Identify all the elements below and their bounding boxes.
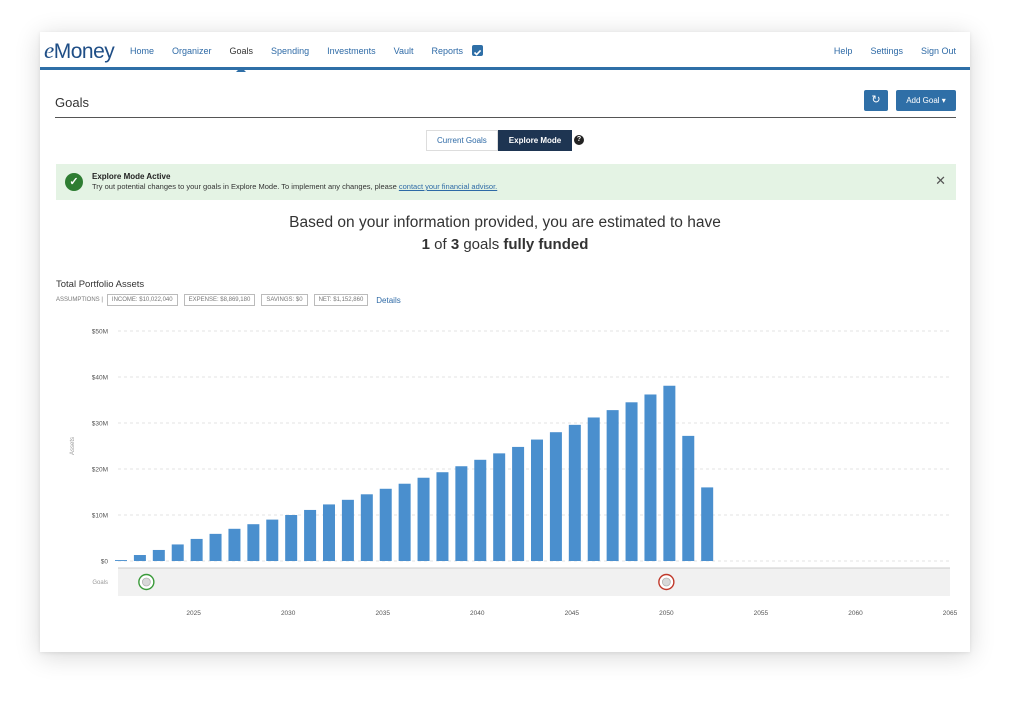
bar <box>228 528 241 561</box>
x-tick-label: 2030 <box>281 610 296 617</box>
bar <box>455 466 468 561</box>
y-tick-label: $20M <box>92 467 108 474</box>
bar <box>266 519 279 561</box>
bar <box>587 417 600 561</box>
assumptions-label: ASSUMPTIONS | <box>56 297 103 303</box>
y-tick-label: $0 <box>101 559 109 566</box>
funded-summary: 1 of 3 goals fully funded <box>421 236 589 253</box>
goal-marker-inner <box>141 577 151 587</box>
x-tick-label: 2045 <box>565 610 580 617</box>
nav-spending[interactable]: Spending <box>271 46 309 56</box>
top-nav: eMoney Home Organizer Goals Spending Inv… <box>40 32 970 72</box>
savings-badge: SAVINGS: $0 <box>261 294 308 306</box>
goal-marker-inner <box>661 577 671 587</box>
x-tick-label: 2055 <box>754 610 769 617</box>
portfolio-chart: $0 $10M $20M $30M $40M $50M Assets Goals 2025 203… <box>70 329 958 618</box>
bar <box>531 439 543 561</box>
help-icon[interactable]: ? <box>574 135 584 145</box>
alert-text: Try out potential changes to your goals … <box>92 182 498 191</box>
bar <box>360 494 373 561</box>
bar <box>115 560 127 561</box>
page-title: Goals <box>55 95 89 110</box>
portfolio-title: Total Portfolio Assets <box>56 279 145 290</box>
bar <box>549 432 562 561</box>
x-tick-label: 2040 <box>470 610 485 617</box>
y-tick-label: $50M <box>92 329 108 336</box>
bar <box>341 499 354 561</box>
bar <box>133 555 146 561</box>
expense-badge: EXPENSE: $8,869,180 <box>183 294 256 306</box>
nav-goals[interactable]: Goals <box>230 46 253 72</box>
bar <box>379 488 392 561</box>
nav-sign-out[interactable]: Sign Out <box>921 46 956 56</box>
bar <box>190 538 203 561</box>
y-axis-label: Assets <box>70 437 76 455</box>
nav-investments[interactable]: Investments <box>327 46 376 56</box>
nav-organizer[interactable]: Organizer <box>172 46 212 56</box>
bar <box>625 402 638 561</box>
contact-advisor-link[interactable]: contact your financial advisor. <box>399 182 497 191</box>
tab-current-goals[interactable]: Current Goals <box>426 130 498 151</box>
bar <box>701 487 714 561</box>
nav-right-links: Help Settings Sign Out <box>816 46 956 56</box>
nav-help[interactable]: Help <box>834 46 853 56</box>
tab-explore-mode[interactable]: Explore Mode <box>497 130 573 151</box>
y-tick-label: $10M <box>92 513 108 520</box>
nav-links: Home Organizer Goals Spending Investment… <box>130 46 481 72</box>
assumptions-row: ASSUMPTIONS | INCOME: $10,022,040 EXPENS… <box>56 294 401 306</box>
bar <box>512 446 525 561</box>
refresh-button[interactable]: ↻ <box>864 90 888 111</box>
bar <box>474 459 487 561</box>
bar <box>493 453 506 561</box>
title-divider <box>55 117 956 118</box>
emoney-logo[interactable]: eMoney <box>44 38 115 64</box>
nav-settings[interactable]: Settings <box>870 46 903 56</box>
y-tick-label: $40M <box>92 375 108 382</box>
explore-mode-alert: ✓ Explore Mode Active Try out potential … <box>56 164 956 200</box>
bar <box>568 424 581 561</box>
bar <box>247 524 260 561</box>
mode-toggle: Current Goals Explore Mode <box>426 130 573 151</box>
income-badge: INCOME: $10,022,040 <box>106 294 178 306</box>
summary-line: Based on your information provided, you … <box>289 214 721 231</box>
bar <box>606 410 619 561</box>
checkbox-icon[interactable] <box>472 45 483 56</box>
bar <box>682 435 695 561</box>
bar <box>285 515 298 561</box>
bar <box>644 394 657 561</box>
bar <box>171 544 184 561</box>
app-window: eMoney Home Organizer Goals Spending Inv… <box>40 32 970 652</box>
x-tick-label: 2025 <box>186 610 201 617</box>
goals-band <box>118 568 950 596</box>
nav-home[interactable]: Home <box>130 46 154 56</box>
x-tick-label: 2035 <box>375 610 390 617</box>
refresh-icon: ↻ <box>871 94 881 106</box>
x-tick-label: 2060 <box>848 610 863 617</box>
x-tick-label: 2050 <box>659 610 674 617</box>
net-badge: NET: $1,152,860 <box>313 294 369 306</box>
bar <box>417 477 430 561</box>
nav-vault[interactable]: Vault <box>394 46 414 56</box>
bar <box>398 483 411 561</box>
x-tick-label: 2065 <box>943 610 958 617</box>
bar <box>209 533 222 561</box>
close-icon[interactable]: ✕ <box>935 173 946 189</box>
bar <box>663 385 676 561</box>
bar <box>323 504 335 561</box>
bar <box>436 472 449 561</box>
goals-row-label: Goals <box>92 580 108 586</box>
check-circle-icon: ✓ <box>65 173 83 191</box>
bar <box>152 549 165 561</box>
y-tick-label: $30M <box>92 421 108 428</box>
add-goal-button[interactable]: Add Goal ▾ <box>896 90 956 111</box>
details-link[interactable]: Details <box>376 296 400 305</box>
bar <box>304 509 317 561</box>
alert-title: Explore Mode Active <box>92 172 171 181</box>
nav-reports[interactable]: Reports <box>431 46 463 56</box>
